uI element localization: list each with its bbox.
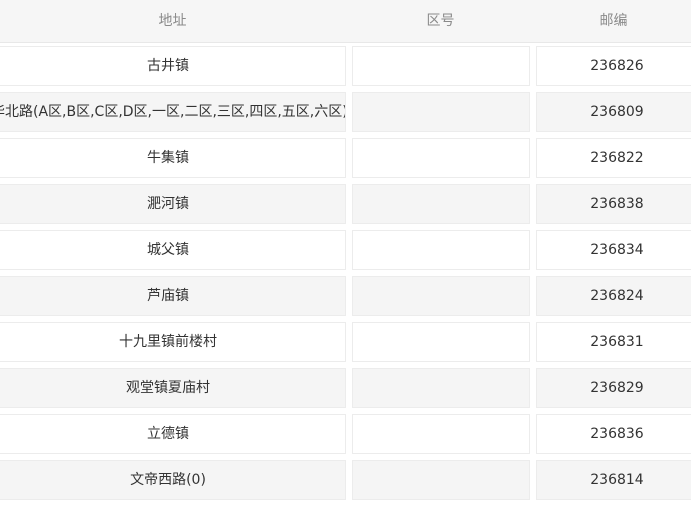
address-cell: 城父镇 [0,230,346,270]
area-code-cell [352,368,530,408]
table-row: 牛集镇 236822 [0,138,691,178]
area-code-cell [352,322,530,362]
header-address: 地址 [158,13,187,29]
area-code-cell [352,46,530,86]
address-cell: 文帝西路(0) [0,460,346,500]
area-code-cell [352,414,530,454]
area-code-cell [352,138,530,178]
table-row: 十九里镇前楼村 236831 [0,322,691,362]
table-row: 芦庙镇 236824 [0,276,691,316]
area-code-cell [352,460,530,500]
table-row: 观堂镇夏庙村 236829 [0,368,691,408]
zip-cell: 236826 [536,46,691,86]
table-row: 华北路(A区,B区,C区,D区,一区,二区,三区,四区,五区,六区) 23680… [0,92,691,132]
header-zip: 邮编 [599,13,628,29]
address-cell: 十九里镇前楼村 [0,322,346,362]
zip-cell: 236836 [536,414,691,454]
zip-cell: 236814 [536,460,691,500]
area-code-cell [352,230,530,270]
area-code-cell [352,184,530,224]
table-header: 地址 区号 邮编 [0,0,691,43]
table-row: 立德镇 236836 [0,414,691,454]
zip-cell: 236829 [536,368,691,408]
table-row: 淝河镇 236838 [0,184,691,224]
address-cell: 牛集镇 [0,138,346,178]
zip-cell: 236809 [536,92,691,132]
address-cell: 立德镇 [0,414,346,454]
zip-cell: 236834 [536,230,691,270]
address-cell: 观堂镇夏庙村 [0,368,346,408]
address-cell: 古井镇 [0,46,346,86]
table-row: 古井镇 236826 [0,46,691,86]
zip-cell: 236824 [536,276,691,316]
zip-cell: 236831 [536,322,691,362]
table-row: 文帝西路(0) 236814 [0,460,691,500]
table-row: 城父镇 236834 [0,230,691,270]
zip-cell: 236822 [536,138,691,178]
area-code-cell [352,92,530,132]
postcode-table: 地址 区号 邮编 古井镇 236826 华北路(A区,B区,C区,D区,一区,二… [0,0,691,506]
address-cell: 淝河镇 [0,184,346,224]
area-code-cell [352,276,530,316]
header-area-code: 区号 [426,13,455,29]
address-cell: 芦庙镇 [0,276,346,316]
zip-cell: 236838 [536,184,691,224]
address-cell: 华北路(A区,B区,C区,D区,一区,二区,三区,四区,五区,六区) [0,92,346,132]
